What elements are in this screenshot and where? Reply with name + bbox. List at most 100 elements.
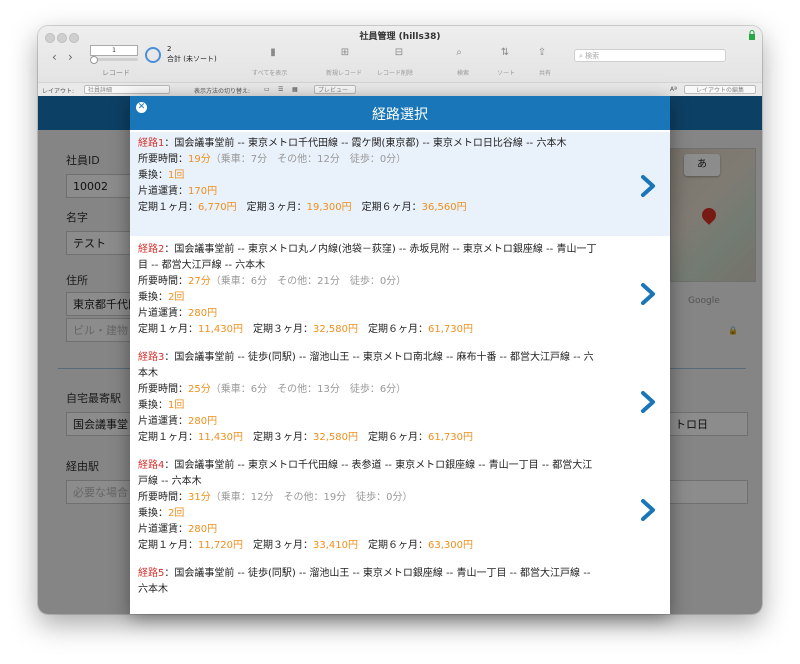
- pass-1m-label: 定期１ヶ月：: [138, 540, 198, 551]
- search-placeholder: 検索: [585, 52, 600, 60]
- pass-6m-label: 定期６ヶ月：: [361, 202, 422, 213]
- pass-1m: 11,720円: [198, 540, 243, 551]
- route-transfers: 2回: [168, 292, 185, 303]
- record-label: レコード: [102, 69, 130, 77]
- route-path: 国会議事堂前 -- 東京メトロ丸ノ内線(池袋－荻窪) -- 赤坂見附 -- 東京…: [138, 244, 597, 271]
- chevron-right-icon[interactable]: [638, 390, 658, 414]
- found-set-pie-icon: [145, 47, 161, 63]
- route-path: 国会議事堂前 -- 徒歩(同駅) -- 溜池山王 -- 東京メトロ南北線 -- …: [138, 352, 594, 379]
- pass-3m: 19,300円: [306, 202, 352, 213]
- route-option-1[interactable]: 経路1：国会議事堂前 -- 東京メトロ千代田線 -- 霞ケ関(東京都) -- 東…: [130, 132, 670, 236]
- pass-1m: 6,770円: [198, 202, 237, 213]
- share-icon[interactable]: ⇪: [537, 48, 547, 58]
- pass-6m: 61,730円: [428, 432, 473, 443]
- dialog-title: 経路選択: [372, 107, 428, 123]
- next-record-icon[interactable]: ›: [68, 50, 73, 64]
- edit-layout-button[interactable]: レイアウトの編集: [684, 85, 756, 94]
- route-path: 国会議事堂前 -- 東京メトロ千代田線 -- 表参道 -- 東京メトロ銀座線 -…: [138, 460, 593, 487]
- route-label: 経路1: [138, 138, 165, 149]
- show-all-label[interactable]: すべてを表示: [252, 68, 287, 77]
- pass-3m: 32,580円: [313, 432, 358, 443]
- pass-1m-label: 定期１ヶ月：: [138, 202, 198, 213]
- route-time: 25分: [188, 384, 211, 395]
- record-slider-knob[interactable]: [90, 56, 98, 64]
- view-switch-label: 表示方法の切り替え:: [194, 88, 251, 95]
- route-time-detail: （乗車：6分 その他：13分 徒歩：6分）: [210, 384, 407, 395]
- route-transfers: 1回: [168, 170, 185, 181]
- text-format-icon[interactable]: Aª: [670, 86, 677, 93]
- route-time-detail: （乗車：12分 その他：19分 徒歩：0分）: [210, 492, 413, 503]
- new-record-label[interactable]: 新規レコード: [326, 68, 362, 77]
- delete-record-icon[interactable]: ⊟: [394, 48, 404, 58]
- delete-record-label[interactable]: レコード削除: [377, 68, 413, 77]
- time-label: 所要時間：: [138, 492, 188, 503]
- route-option-4[interactable]: 経路4：国会議事堂前 -- 東京メトロ千代田線 -- 表参道 -- 東京メトロ銀…: [130, 454, 670, 560]
- layout-select[interactable]: 社員詳細: [84, 85, 170, 94]
- pass-3m: 33,410円: [313, 540, 358, 551]
- route-option-2[interactable]: 経路2：国会議事堂前 -- 東京メトロ丸ノ内線(池袋－荻窪) -- 赤坂見附 -…: [130, 238, 670, 346]
- route-time-detail: （乗車：7分 その他：12分 徒歩：0分）: [210, 154, 407, 165]
- pass-6m-label: 定期６ヶ月：: [368, 432, 428, 443]
- time-label: 所要時間：: [138, 154, 188, 165]
- sort-icon[interactable]: ⇅: [500, 48, 510, 58]
- prev-record-icon[interactable]: ‹: [52, 50, 57, 64]
- route-option-3[interactable]: 経路3：国会議事堂前 -- 徒歩(同駅) -- 溜池山王 -- 東京メトロ南北線…: [130, 346, 670, 452]
- share-label[interactable]: 共有: [539, 68, 551, 77]
- preview-button[interactable]: プレビュー: [314, 85, 356, 94]
- fare-label: 片道運賃：: [138, 308, 188, 319]
- chevron-right-icon[interactable]: [638, 282, 658, 306]
- chevron-right-icon[interactable]: [638, 174, 658, 198]
- route-label: 経路4: [138, 460, 165, 471]
- pass-6m: 61,730円: [428, 324, 473, 335]
- find-icon[interactable]: ⌕: [454, 48, 464, 58]
- transfer-label: 乗換：: [138, 292, 168, 303]
- pass-1m-label: 定期１ヶ月：: [138, 324, 198, 335]
- fare-label: 片道運賃：: [138, 186, 188, 197]
- list-view-icon[interactable]: ☰: [278, 86, 283, 93]
- pass-6m: 63,300円: [428, 540, 473, 551]
- record-count-label: 合計 (未ソート): [167, 55, 217, 63]
- route-label: 経路5: [138, 568, 165, 579]
- route-time: 31分: [188, 492, 211, 503]
- table-view-icon[interactable]: ▦: [292, 86, 298, 93]
- time-label: 所要時間：: [138, 384, 188, 395]
- fare-label: 片道運賃：: [138, 416, 188, 427]
- route-label: 経路3: [138, 352, 165, 363]
- transfer-label: 乗換：: [138, 508, 168, 519]
- pass-1m-label: 定期１ヶ月：: [138, 432, 198, 443]
- dialog-header: ✕ 経路選択: [130, 96, 670, 130]
- form-view-icon[interactable]: ▭: [264, 86, 270, 93]
- show-all-icon[interactable]: ▮: [268, 48, 278, 58]
- pass-3m-label: 定期３ヶ月：: [253, 324, 313, 335]
- pass-3m-label: 定期３ヶ月：: [253, 540, 313, 551]
- lock-icon: [749, 30, 755, 40]
- route-path: 国会議事堂前 -- 徒歩(同駅) -- 溜池山王 -- 東京メトロ銀座線 -- …: [138, 568, 591, 595]
- pass-3m: 32,580円: [313, 324, 358, 335]
- route-fare: 280円: [188, 524, 218, 535]
- search-input[interactable]: ⌕ 検索: [574, 49, 726, 62]
- pass-3m-label: 定期３ヶ月：: [246, 202, 307, 213]
- route-time: 27分: [188, 276, 211, 287]
- window-title: 社員管理 (hills38): [359, 32, 441, 42]
- transfer-label: 乗換：: [138, 400, 168, 411]
- route-label: 経路2: [138, 244, 165, 255]
- route-fare: 280円: [188, 308, 218, 319]
- pass-6m: 36,560円: [421, 202, 467, 213]
- pass-1m: 11,430円: [198, 324, 243, 335]
- pass-6m-label: 定期６ヶ月：: [368, 324, 428, 335]
- route-time-detail: （乗車：6分 その他：21分 徒歩：0分）: [210, 276, 407, 287]
- record-number-input[interactable]: 1: [90, 45, 138, 56]
- pass-6m-label: 定期６ヶ月：: [368, 540, 428, 551]
- route-path: 国会議事堂前 -- 東京メトロ千代田線 -- 霞ケ関(東京都) -- 東京メトロ…: [174, 138, 567, 149]
- layout-label: レイアウト:: [42, 88, 75, 95]
- sort-label[interactable]: ソート: [497, 68, 515, 77]
- pass-3m-label: 定期３ヶ月：: [253, 432, 313, 443]
- route-option-5[interactable]: 経路5：国会議事堂前 -- 徒歩(同駅) -- 溜池山王 -- 東京メトロ銀座線…: [130, 562, 670, 614]
- route-selection-dialog: ✕ 経路選択 経路1：国会議事堂前 -- 東京メトロ千代田線 -- 霞ケ関(東京…: [130, 96, 670, 614]
- pass-1m: 11,430円: [198, 432, 243, 443]
- chevron-right-icon[interactable]: [638, 498, 658, 522]
- route-fare: 280円: [188, 416, 218, 427]
- record-count: 2: [167, 45, 172, 53]
- find-label[interactable]: 検索: [457, 68, 469, 77]
- new-record-icon[interactable]: ⊞: [340, 48, 350, 58]
